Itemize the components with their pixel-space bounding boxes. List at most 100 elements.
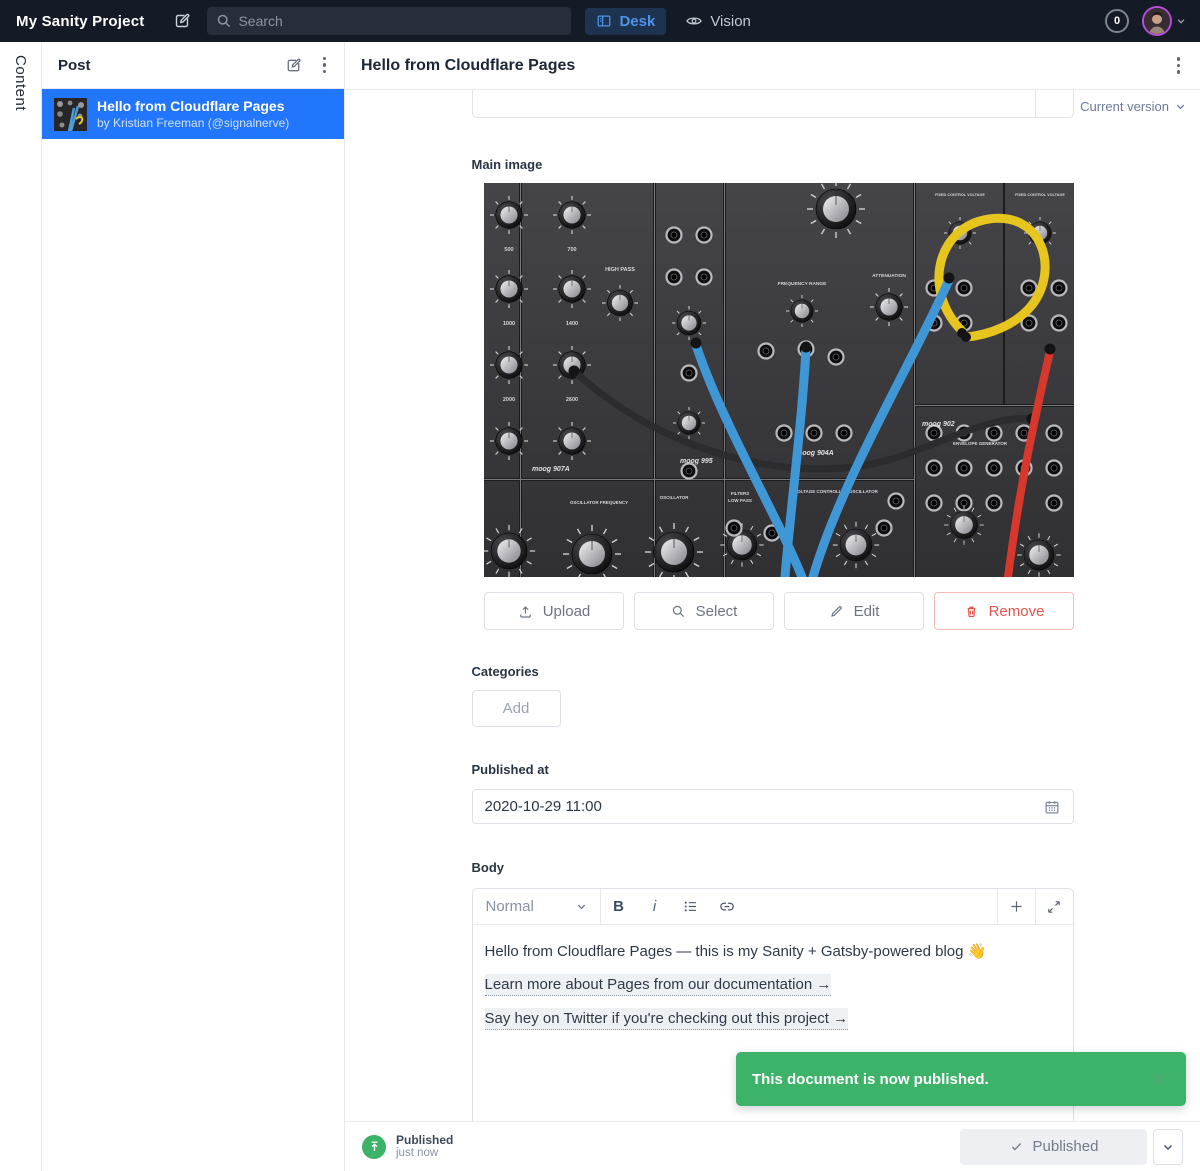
main-image-field: 500700 10001400 20002600 HIGH PASS <box>484 183 1074 630</box>
user-menu-chevron[interactable] <box>1176 16 1186 26</box>
post-list-item[interactable]: Hello from Cloudflare Pages by Kristian … <box>42 89 344 139</box>
app-body: Content Post <box>0 42 1200 1171</box>
calendar-icon <box>1043 798 1061 816</box>
compose-icon <box>284 56 303 75</box>
post-panel-menu-button[interactable] <box>319 53 331 78</box>
image-button-row: Upload Select Edit <box>484 592 1074 630</box>
categories-label: Categories <box>472 664 1074 680</box>
content-tab[interactable]: Content <box>12 55 29 1171</box>
post-list-panel: Post <box>42 42 345 1171</box>
search-input[interactable] <box>207 7 571 35</box>
body-link-twitter[interactable]: Say hey on Twitter if you're checking ou… <box>485 1008 849 1030</box>
tab-vision-label: Vision <box>710 13 751 30</box>
post-item-subtitle: by Kristian Freeman (@signalnerve) <box>97 116 289 130</box>
svg-text:FILTERS: FILTERS <box>730 491 748 496</box>
avatar[interactable] <box>1142 6 1172 36</box>
svg-text:1400: 1400 <box>565 321 577 327</box>
edit-label: Edit <box>854 603 880 620</box>
format-buttons: B i <box>601 889 745 924</box>
avatar-photo <box>1144 8 1170 34</box>
remove-label: Remove <box>989 603 1045 620</box>
bold-button[interactable]: B <box>601 889 637 925</box>
svg-text:FIXED CONTROL VOLTAGE: FIXED CONTROL VOLTAGE <box>1015 193 1065 197</box>
close-icon <box>1150 1069 1170 1089</box>
compose-icon <box>172 11 192 31</box>
edit-button[interactable]: Edit <box>784 592 924 630</box>
title-field-partial[interactable] <box>472 90 1074 118</box>
pencil-icon <box>828 603 845 620</box>
post-item-text: Hello from Cloudflare Pages by Kristian … <box>97 98 289 130</box>
body-paragraph[interactable]: Hello from Cloudflare Pages — this is my… <box>485 941 1061 962</box>
document-title: Hello from Cloudflare Pages <box>361 57 1173 75</box>
version-label: Current version <box>1080 99 1169 114</box>
post-thumbnail-image <box>54 98 87 131</box>
project-title: My Sanity Project <box>16 13 144 30</box>
svg-text:FIXED CONTROL VOLTAGE: FIXED CONTROL VOLTAGE <box>935 193 985 197</box>
svg-text:moog 902: moog 902 <box>922 421 955 428</box>
tab-vision[interactable]: Vision <box>674 7 762 35</box>
publish-menu-button[interactable] <box>1153 1129 1183 1165</box>
upload-icon <box>517 603 534 620</box>
published-button[interactable]: Published <box>960 1129 1147 1165</box>
plus-icon <box>1008 898 1025 915</box>
compose-button[interactable] <box>172 11 192 31</box>
svg-text:ATTENUATION: ATTENUATION <box>872 273 906 279</box>
select-button[interactable]: Select <box>634 592 774 630</box>
search-container <box>207 7 571 35</box>
editor-toolbar: Normal B i <box>473 889 1073 925</box>
insert-block-button[interactable] <box>997 889 1035 924</box>
svg-text:500: 500 <box>504 247 513 253</box>
chevron-down-icon <box>1162 1141 1174 1153</box>
eye-icon <box>685 12 703 30</box>
notification-badge[interactable]: 0 <box>1105 9 1129 33</box>
new-document-button[interactable] <box>284 56 303 75</box>
publish-status-label: Published <box>396 1133 453 1147</box>
search-icon <box>670 603 687 620</box>
chevron-down-icon <box>1176 16 1186 26</box>
published-button-label: Published <box>1033 1138 1099 1155</box>
tab-desk-label: Desk <box>619 13 655 30</box>
content-rail: Content <box>0 42 42 1171</box>
fullscreen-button[interactable] <box>1035 889 1073 924</box>
toast-close-button[interactable] <box>1150 1069 1170 1089</box>
tab-desk[interactable]: Desk <box>585 8 666 35</box>
desk-icon <box>596 13 612 29</box>
link-button[interactable] <box>709 889 745 925</box>
published-at-value: 2020-10-29 11:00 <box>485 798 602 815</box>
svg-text:LOW PASS: LOW PASS <box>728 498 752 503</box>
svg-text:2000: 2000 <box>502 397 514 403</box>
publish-status-time: just now <box>396 1147 453 1160</box>
published-at-input[interactable]: 2020-10-29 11:00 <box>472 789 1074 824</box>
main-image-preview[interactable]: 500700 10001400 20002600 HIGH PASS <box>484 183 1074 577</box>
remove-button[interactable]: Remove <box>934 592 1074 630</box>
upload-button[interactable]: Upload <box>484 592 624 630</box>
text-style-select[interactable]: Normal <box>473 889 601 924</box>
footer-actions: Published <box>960 1129 1183 1165</box>
body-link-docs[interactable]: Learn more about Pages from our document… <box>485 974 832 996</box>
check-icon <box>1009 1139 1024 1154</box>
main-image-label: Main image <box>472 157 1074 173</box>
post-panel-header: Post <box>42 42 344 89</box>
document-scroll-area[interactable]: Current version Main image <box>345 90 1200 1121</box>
body-label: Body <box>472 860 1074 876</box>
top-bar: My Sanity Project Desk Vision 0 <box>0 0 1200 42</box>
topbar-right: 0 <box>1105 6 1186 36</box>
calendar-button[interactable] <box>1043 798 1061 816</box>
document-pane: Hello from Cloudflare Pages Current vers… <box>345 42 1200 1171</box>
version-selector[interactable]: Current version <box>1080 99 1186 114</box>
bullet-list-button[interactable] <box>673 889 709 925</box>
publish-arrow-icon <box>367 1139 382 1154</box>
trash-icon <box>963 603 980 620</box>
svg-text:moog 907A: moog 907A <box>532 466 570 473</box>
editor-content[interactable]: Hello from Cloudflare Pages — this is my… <box>473 925 1073 1034</box>
italic-button[interactable]: i <box>637 889 673 925</box>
bullet-list-icon <box>682 898 699 915</box>
post-panel-title: Post <box>58 57 284 74</box>
chevron-down-icon <box>1175 101 1186 112</box>
add-category-button[interactable]: Add <box>472 690 561 727</box>
document-menu-button[interactable] <box>1173 53 1185 78</box>
document-header: Hello from Cloudflare Pages <box>345 42 1200 90</box>
toolbar-spacer <box>745 889 997 924</box>
link-icon <box>718 898 736 916</box>
svg-text:VOLTAGE CONTROLLED OSCILLATOR: VOLTAGE CONTROLLED OSCILLATOR <box>794 489 878 494</box>
